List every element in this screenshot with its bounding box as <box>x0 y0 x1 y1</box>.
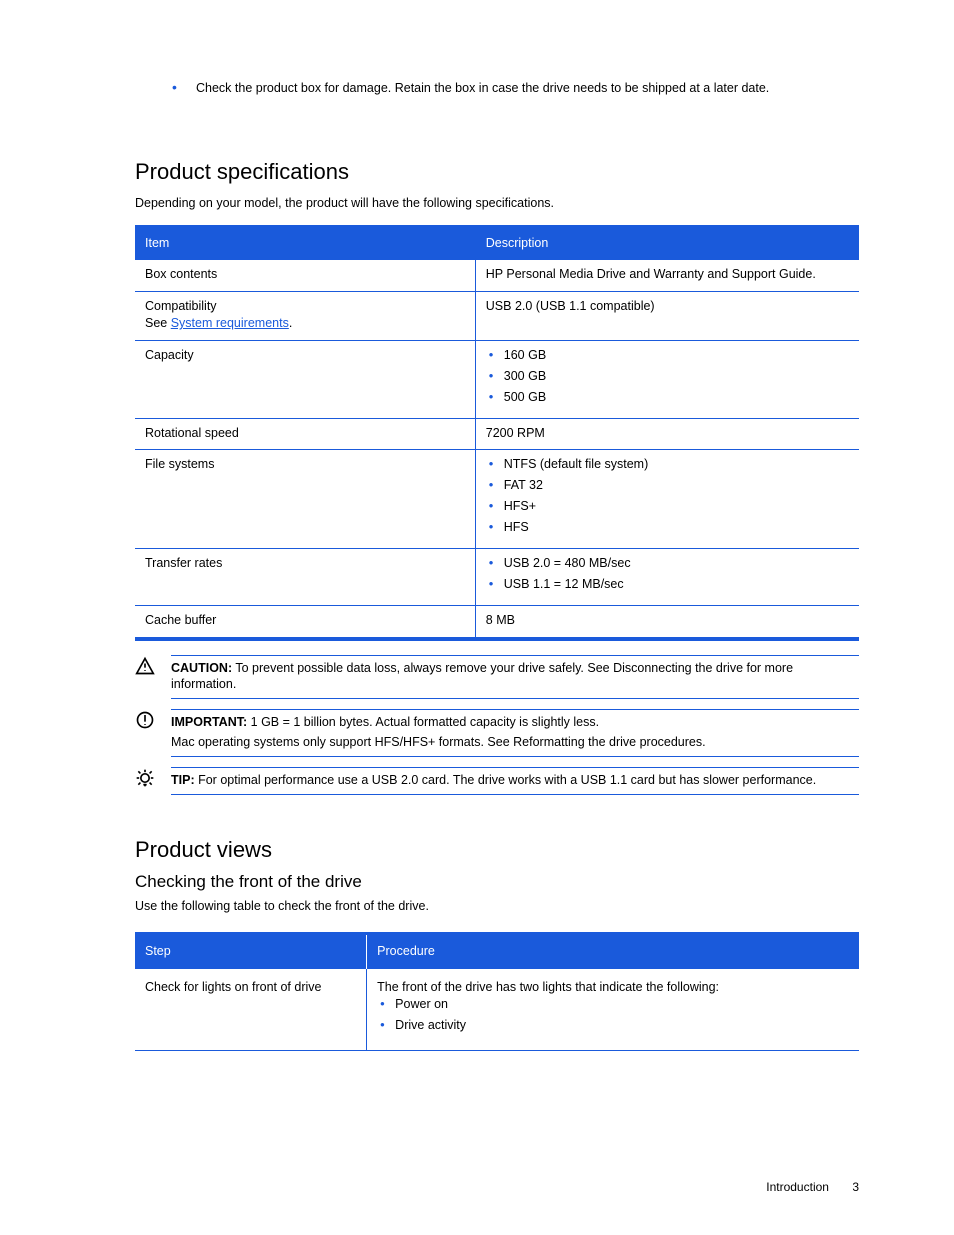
table-row: Capacity160 GB300 GB500 GB <box>135 340 859 418</box>
specs-desc: 160 GB300 GB500 GB <box>475 340 859 418</box>
important-label: IMPORTANT: <box>171 715 247 729</box>
inspect-proc-list: Power onDrive activity <box>377 996 849 1038</box>
footer-section: Introduction <box>766 1180 829 1194</box>
specs-item: Box contents <box>135 260 475 292</box>
specs-desc: NTFS (default file system)FAT 32HFS+HFS <box>475 450 859 549</box>
specs-item: CompatibilitySee System requirements. <box>135 292 475 341</box>
system-requirements-link[interactable]: System requirements <box>171 316 289 330</box>
specs-item: Capacity <box>135 340 475 418</box>
table-row: Box contentsHP Personal Media Drive and … <box>135 260 859 292</box>
page: Check the product box for damage. Retain… <box>0 0 954 1235</box>
inspect-proc-intro: The front of the drive has two lights th… <box>377 979 849 996</box>
table-row: Rotational speed7200 RPM <box>135 418 859 450</box>
specs-item: Transfer rates <box>135 548 475 605</box>
list-item: Drive activity <box>395 1017 849 1038</box>
list-item: Power on <box>395 996 849 1017</box>
table-row: Transfer ratesUSB 2.0 = 480 MB/secUSB 1.… <box>135 548 859 605</box>
inspect-table: Step Procedure Check for lights on front… <box>135 932 859 1051</box>
specs-desc: USB 2.0 = 480 MB/secUSB 1.1 = 12 MB/sec <box>475 548 859 605</box>
list-item: 500 GB <box>504 389 849 410</box>
specs-desc: 7200 RPM <box>475 418 859 450</box>
caution-icon <box>135 655 161 700</box>
caution-label: CAUTION: <box>171 661 232 675</box>
inspect-col-proc: Procedure <box>367 934 859 969</box>
page-footer: Introduction 3 <box>766 1179 859 1195</box>
views-subheading: Checking the front of the drive <box>135 871 859 894</box>
tip-icon <box>135 767 161 795</box>
specs-desc: HP Personal Media Drive and Warranty and… <box>475 260 859 292</box>
specs-item: File systems <box>135 450 475 549</box>
specs-col-desc: Description <box>475 227 859 260</box>
inspect-col-step: Step <box>135 934 367 969</box>
specs-desc: 8 MB <box>475 605 859 638</box>
views-heading: Product views <box>135 835 859 865</box>
list-item: 300 GB <box>504 368 849 389</box>
specs-desc: USB 2.0 (USB 1.1 compatible) <box>475 292 859 341</box>
caution-text: To prevent possible data loss, always re… <box>171 661 793 692</box>
list-item: 160 GB <box>504 347 849 368</box>
important-text-2: Mac operating systems only support HFS/H… <box>171 734 859 751</box>
views-lead: Use the following table to check the fro… <box>135 898 859 915</box>
specs-heading: Product specifications <box>135 157 859 187</box>
table-row: Cache buffer8 MB <box>135 605 859 638</box>
specs-col-item: Item <box>135 227 475 260</box>
important-icon <box>135 709 161 757</box>
table-row: File systemsNTFS (default file system)FA… <box>135 450 859 549</box>
inspect-step: Check for lights on front of drive <box>145 980 321 994</box>
list-item: USB 1.1 = 12 MB/sec <box>504 576 849 597</box>
list-item: HFS+ <box>504 498 849 519</box>
list-item: FAT 32 <box>504 477 849 498</box>
specs-table: Item Description Box contentsHP Personal… <box>135 225 859 640</box>
tip-label: TIP: <box>171 773 195 787</box>
table-row: Check for lights on front of drive The f… <box>135 969 859 1051</box>
list-item: NTFS (default file system) <box>504 456 849 477</box>
important-block: IMPORTANT: 1 GB = 1 billion bytes. Actua… <box>135 709 859 757</box>
table-row: CompatibilitySee System requirements.USB… <box>135 292 859 341</box>
intro-bullet: Check the product box for damage. Retain… <box>172 80 859 97</box>
tip-text: For optimal performance use a USB 2.0 ca… <box>198 773 816 787</box>
specs-item: Cache buffer <box>135 605 475 638</box>
tip-block: TIP: For optimal performance use a USB 2… <box>135 767 859 795</box>
list-item: HFS <box>504 519 849 540</box>
list-item: USB 2.0 = 480 MB/sec <box>504 555 849 576</box>
specs-lead: Depending on your model, the product wil… <box>135 195 859 212</box>
intro-bullet-text: Check the product box for damage. Retain… <box>196 81 769 95</box>
footer-page: 3 <box>852 1180 859 1194</box>
specs-item: Rotational speed <box>135 418 475 450</box>
important-text: 1 GB = 1 billion bytes. Actual formatted… <box>251 715 599 729</box>
caution-block: CAUTION: To prevent possible data loss, … <box>135 655 859 700</box>
